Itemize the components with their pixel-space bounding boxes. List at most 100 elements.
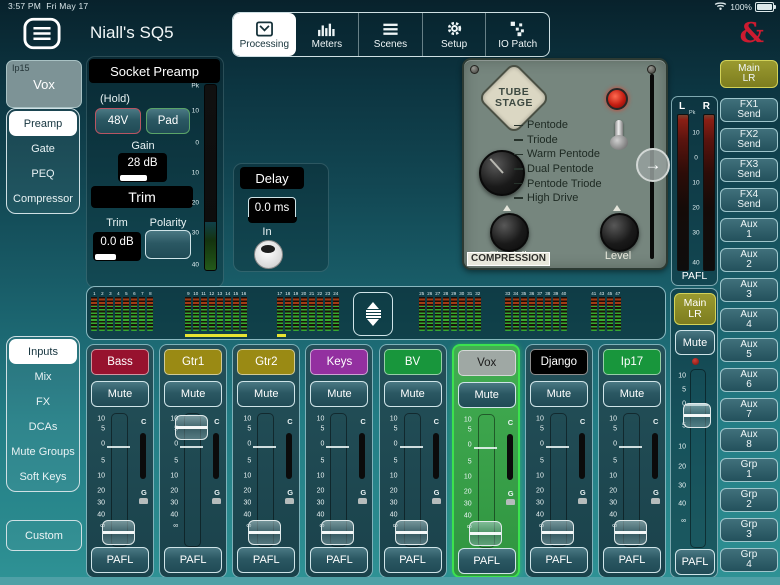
bank-tab-dcas[interactable]: DCAs (9, 414, 77, 439)
processing-tab-peq[interactable]: PEQ (9, 161, 77, 186)
channel-name-button[interactable]: Ip17 (603, 349, 661, 375)
menu-button[interactable] (22, 16, 62, 51)
main-pafl-button[interactable]: PAFL (675, 549, 715, 575)
main-meter-scale-tick: 20 (692, 205, 699, 212)
tab-scenes[interactable]: Scenes (358, 13, 422, 56)
fader-cap[interactable] (469, 521, 502, 546)
meter-bank-2[interactable]: 910111213141516 (185, 291, 247, 331)
main-fader-cap[interactable] (683, 403, 711, 428)
bank-tab-mute-groups[interactable]: Mute Groups (9, 439, 77, 464)
mute-button[interactable]: Mute (91, 381, 149, 407)
processing-tab-preamp[interactable]: Preamp (9, 111, 77, 136)
mix-button-aux-3[interactable]: Aux3 (720, 278, 778, 302)
meter-bank-5[interactable]: 3334353637383940 (505, 291, 567, 331)
tab-meters[interactable]: Meters (296, 13, 359, 56)
mix-button-aux-8[interactable]: Aux8 (720, 428, 778, 452)
fader-cap[interactable] (248, 520, 281, 545)
level-knob[interactable] (600, 213, 639, 252)
pafl-button[interactable]: PAFL (384, 547, 442, 573)
mix-button-aux-5[interactable]: Aux5 (720, 338, 778, 362)
channel-name-button[interactable]: Gtr2 (237, 349, 295, 375)
mix-button-grp-2[interactable]: Grp2 (720, 488, 778, 512)
gain-slider[interactable] (118, 173, 167, 182)
pafl-button[interactable]: PAFL (91, 547, 149, 573)
main-mute-button[interactable]: Mute (675, 330, 715, 355)
mix-button-aux-6[interactable]: Aux6 (720, 368, 778, 392)
pafl-button[interactable]: PAFL (164, 547, 222, 573)
mute-button[interactable]: Mute (384, 381, 442, 407)
mix-button-aux-1[interactable]: Aux1 (720, 218, 778, 242)
fader-scale-tick: 0 (235, 441, 251, 448)
pafl-button[interactable]: PAFL (237, 547, 295, 573)
pafl-button[interactable]: PAFL (458, 548, 516, 574)
main-fader-track[interactable] (690, 369, 706, 548)
mute-button[interactable]: Mute (237, 381, 295, 407)
bank-tab-mix[interactable]: Mix (9, 364, 77, 389)
channel-name-button[interactable]: Gtr1 (164, 349, 222, 375)
mix-button-fx3-send[interactable]: FX3Send (720, 158, 778, 182)
bank-tab-soft-keys[interactable]: Soft Keys (9, 464, 77, 489)
gain-value[interactable]: 28 dB (118, 153, 167, 173)
meter-bank-4[interactable]: 2526272829303132 (419, 291, 481, 331)
phantom-48v-button[interactable]: 48V (95, 108, 141, 134)
mix-button-fx2-send[interactable]: FX2Send (720, 128, 778, 152)
pafl-button[interactable]: PAFL (530, 547, 588, 573)
fader-cap[interactable] (102, 520, 135, 545)
channel-name-button[interactable]: Keys (310, 349, 368, 375)
mix-button-grp-4[interactable]: Grp4 (720, 548, 778, 572)
tab-label: Processing (240, 39, 289, 50)
plugin-expand-button[interactable]: → (636, 148, 670, 182)
zero-line (326, 446, 349, 448)
meter-bank-3[interactable]: 1718192021222324 (277, 291, 339, 331)
fader-scale-tick: 20 (601, 488, 617, 495)
processing-tab-compressor[interactable]: Compressor (9, 186, 77, 211)
channel-name-button[interactable]: Vox (458, 350, 516, 376)
trim-slider[interactable] (93, 252, 141, 261)
bank-tab-fx[interactable]: FX (9, 389, 77, 414)
bottom-edge (0, 577, 780, 585)
channel-name-button[interactable]: BV (384, 349, 442, 375)
meter-scroll-button[interactable] (353, 292, 393, 336)
main-lr-select-button[interactable]: Main LR (674, 293, 716, 325)
mini-meter: 5 (123, 291, 129, 331)
fader-cap[interactable] (541, 520, 574, 545)
channel-name-button[interactable]: Django (530, 349, 588, 375)
mute-button[interactable]: Mute (530, 381, 588, 407)
fader-cap[interactable] (175, 415, 208, 440)
bank-tab-inputs[interactable]: Inputs (9, 339, 77, 364)
mute-button[interactable]: Mute (310, 381, 368, 407)
pafl-button[interactable]: PAFL (603, 547, 661, 573)
mute-button[interactable]: Mute (603, 381, 661, 407)
meter-bank-1[interactable]: 12345678 (91, 291, 153, 331)
trim-value[interactable]: 0.0 dB (93, 232, 141, 252)
mix-button-aux-7[interactable]: Aux7 (720, 398, 778, 422)
selected-channel-box[interactable]: Ip15 Vox (6, 60, 82, 108)
mix-button-grp-1[interactable]: Grp1 (720, 458, 778, 482)
channel-strip-gtr2: Gtr2Mute1050510203040∞CGPAFL (232, 344, 300, 578)
channel-strip-ip17: Ip17Mute1050510203040∞CGPAFL (598, 344, 666, 578)
channel-name-button[interactable]: Bass (91, 349, 149, 375)
fader-cap[interactable] (614, 520, 647, 545)
fader-cap[interactable] (321, 520, 354, 545)
mix-button-aux-2[interactable]: Aux2 (720, 248, 778, 272)
pafl-button[interactable]: PAFL (310, 547, 368, 573)
mix-button-aux-4[interactable]: Aux4 (720, 308, 778, 332)
mix-button-fx1-send[interactable]: FX1Send (720, 98, 778, 122)
meter-bank-6[interactable]: 41434547 (591, 291, 621, 331)
power-toggle-switch[interactable] (609, 120, 629, 152)
custom-button[interactable]: Custom (6, 520, 82, 551)
tab-setup[interactable]: Setup (422, 13, 486, 56)
delay-value[interactable]: 0.0 ms (248, 197, 296, 218)
mix-button-main-lr[interactable]: MainLR (720, 60, 778, 88)
tab-io-patch[interactable]: IO Patch (485, 13, 549, 56)
processing-tab-gate[interactable]: Gate (9, 136, 77, 161)
mix-button-fx4-send[interactable]: FX4Send (720, 188, 778, 212)
tab-processing[interactable]: Processing (233, 13, 296, 56)
fader-cap[interactable] (395, 520, 428, 545)
fineadj-knob[interactable] (490, 213, 529, 252)
delay-in-toggle[interactable] (254, 240, 283, 269)
mute-button[interactable]: Mute (164, 381, 222, 407)
mute-button[interactable]: Mute (458, 382, 516, 408)
pad-button[interactable]: Pad (146, 108, 190, 134)
mix-button-grp-3[interactable]: Grp3 (720, 518, 778, 542)
